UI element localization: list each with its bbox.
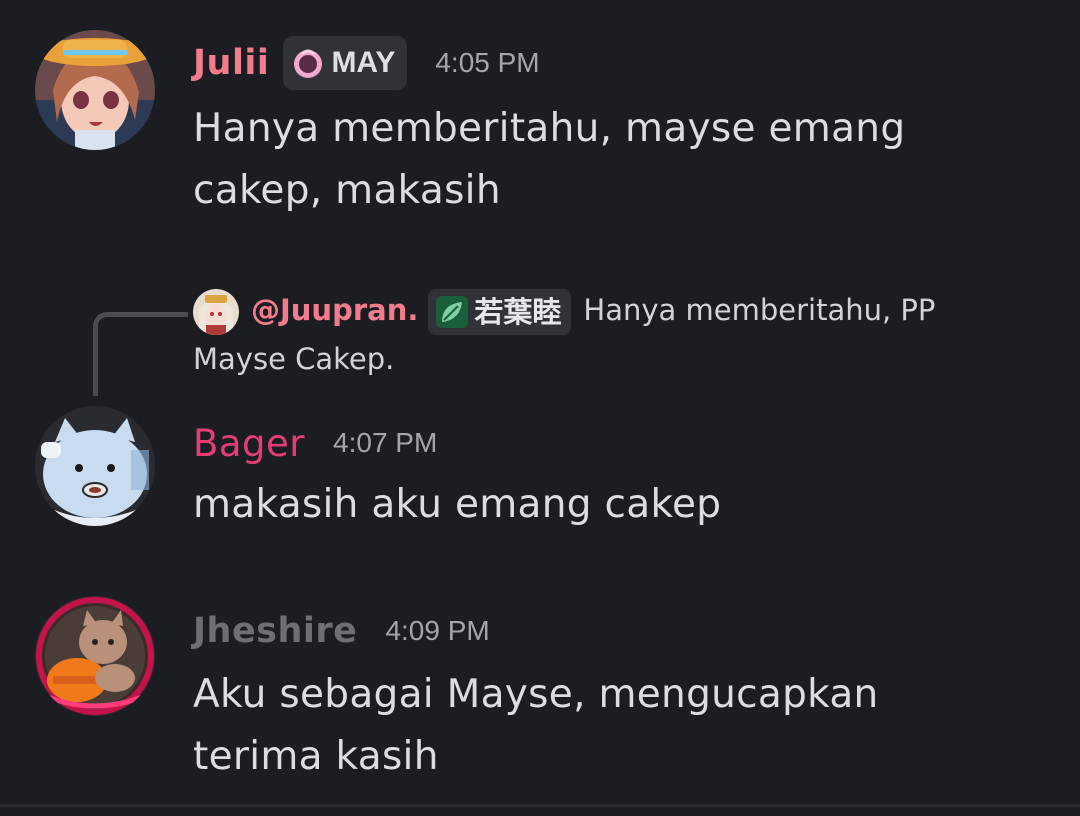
avatar-bager[interactable]	[35, 406, 155, 526]
moon-ring-icon	[291, 46, 325, 80]
username[interactable]: Bager	[193, 422, 305, 465]
avatar-jheshire[interactable]	[35, 596, 155, 716]
username[interactable]: Julii	[193, 43, 269, 83]
message-content: Aku sebagai Mayse, mengucapkan terima ka…	[193, 672, 879, 779]
guild-tag-label: MAY	[331, 46, 396, 79]
message-content: makasih aku emang cakep	[193, 482, 722, 527]
reply-guild-tag-label: 若葉睦	[474, 295, 562, 329]
timestamp: 4:05 PM	[435, 47, 540, 78]
timestamp: 4:07 PM	[333, 427, 438, 458]
reply-avatar	[193, 289, 239, 335]
avatar-julii[interactable]	[35, 30, 155, 150]
message-julii: Julii MAY 4:05 PM Hanya memberitahu, may…	[0, 0, 1080, 240]
message-content: Hanya memberitahu, mayse emang cakep, ma…	[193, 106, 906, 213]
timestamp: 4:09 PM	[385, 615, 490, 646]
divider	[0, 804, 1080, 807]
reply-mention[interactable]: @Juupran.	[251, 293, 418, 327]
guild-tag[interactable]: MAY	[283, 36, 408, 90]
message-bager: Bager 4:07 PM makasih aku emang cakep	[0, 400, 1080, 550]
leaf-icon	[436, 296, 469, 328]
reply-guild-tag[interactable]: 若葉睦	[428, 289, 572, 335]
message-jheshire: Jheshire 4:09 PM Aku sebagai Mayse, meng…	[0, 590, 1080, 800]
reply-preview[interactable]: @Juupran. 若葉睦 Hanya memberitahu, PP Mayse …	[193, 286, 1013, 383]
username[interactable]: Jheshire	[193, 611, 357, 651]
reply-spine	[93, 312, 188, 396]
